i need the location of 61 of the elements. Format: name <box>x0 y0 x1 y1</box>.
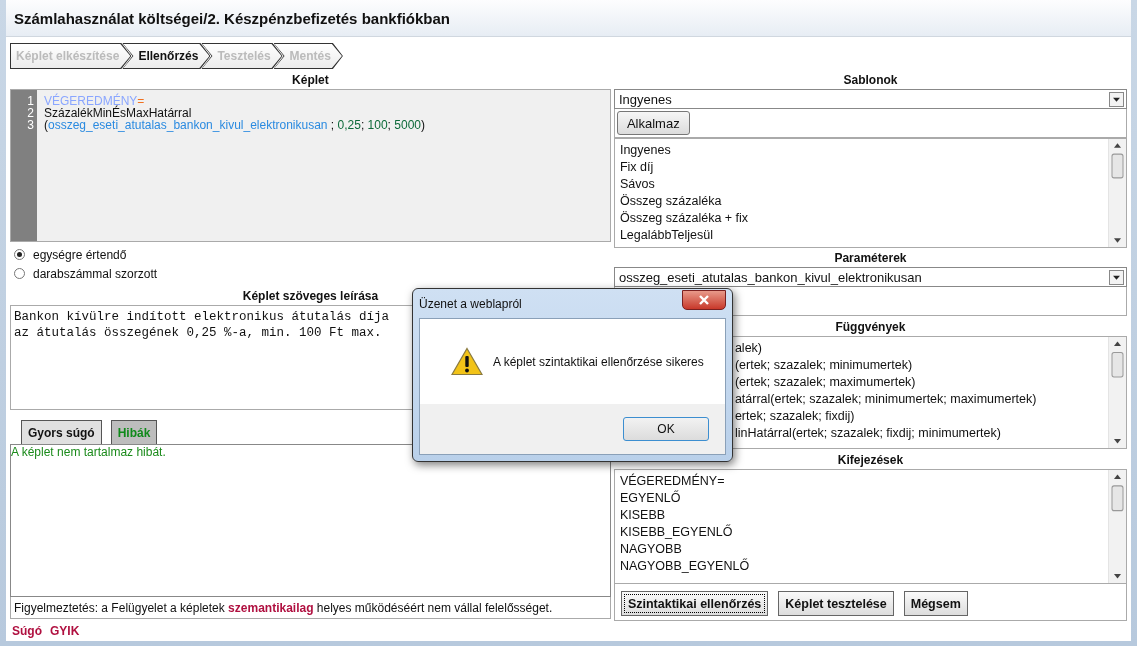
list-item[interactable]: ertek; szazalek; fixdij) <box>734 408 1108 425</box>
line-number: 3 <box>26 119 35 131</box>
list-item[interactable]: EGYENLŐ <box>619 490 1108 507</box>
radio-button[interactable] <box>14 268 25 279</box>
warning-icon <box>451 347 483 376</box>
radio-label: egységre értendő <box>33 247 127 262</box>
list-item[interactable]: Összeg százaléka <box>619 193 1108 210</box>
action-button[interactable]: Képlet tesztelése <box>778 591 894 616</box>
description-line: Bankon kívülre indított elektronikus átutalás díja <box>14 309 391 325</box>
formula-editor[interactable]: 1 2 3 VÉGEREDMÉNY= SzázalékMinÉsMaxHatárral (osszeg_eseti_atutalas_bankon_kivul_elektronikusan ; 0,25; 100; 5000) <box>10 89 611 242</box>
tab[interactable]: Gyors súgó <box>21 420 102 444</box>
window-title: Számlahasználat költségei/2. Készpénzbefizetés bankfiókban <box>14 9 450 27</box>
footer-link[interactable]: GYIK <box>50 624 80 638</box>
list-box[interactable]: Ingyenes Fix díj Sávos Összeg százaléka Összeg százaléka + fix LegalábbTeljesül <box>613 138 1127 248</box>
action-button[interactable]: Mégsem <box>903 591 968 616</box>
list-item[interactable]: (ertek; szazalek; maximumertek) <box>734 374 1108 391</box>
ok-button[interactable]: OK <box>623 417 709 441</box>
scrollbar[interactable] <box>1108 139 1126 247</box>
list-item[interactable]: NAGYOBB <box>619 541 1108 558</box>
list-item[interactable]: linHatárral(ertek; szazalek; fixdij; minimumertek) <box>734 425 1108 442</box>
section-heading: Képlet <box>292 72 329 89</box>
list-box[interactable]: VÉGEREDMÉNY= EGYENLŐ KISEBB KISEBB_EGYENLŐ NAGYOBB NAGYOBB_EGYENLŐ <box>613 469 1127 584</box>
list-item[interactable]: VÉGEREDMÉNY= <box>619 473 1108 490</box>
radio-label: darabszámmal szorzott <box>33 266 158 281</box>
code-line: SzázalékMinÉsMaxHatárral <box>44 107 193 119</box>
step-tab[interactable]: Ellenőrzés <box>122 43 211 69</box>
scrollbar[interactable] <box>1108 337 1126 448</box>
footer-link[interactable]: Súgó <box>12 624 42 638</box>
close-button[interactable] <box>682 289 726 310</box>
template-select[interactable]: Ingyenes <box>613 89 1127 109</box>
list-item[interactable]: NAGYOBB_EGYENLŐ <box>619 558 1108 575</box>
line-number: 1 <box>26 95 35 107</box>
list-item[interactable]: Fix díj <box>619 159 1108 176</box>
list-item[interactable]: LegalábbTeljesül <box>619 227 1108 244</box>
code-line: VÉGEREDMÉNY= <box>44 95 145 107</box>
warning-text: Figyelmeztetés: a Felügyelet a képletek szemantikailag helyes működéséért nem vállal felelősséget. <box>14 600 553 615</box>
section-heading: Képlet szöveges leírása <box>242 288 379 305</box>
section-heading: Sablonok <box>843 72 898 89</box>
radio-button[interactable] <box>14 249 25 260</box>
list-item[interactable]: Sávos <box>619 176 1108 193</box>
section-heading: Függvények <box>835 319 906 336</box>
close-icon <box>698 294 710 305</box>
errors-message: A képlet nem tartalmaz hibát. <box>11 445 167 459</box>
list-item[interactable]: Ingyenes <box>619 142 1108 159</box>
list-item[interactable]: atárral(ertek; szazalek; minimumertek; maximumertek) <box>734 391 1108 408</box>
select-value: Ingyenes <box>618 91 672 107</box>
code-line: (osszeg_eseti_atutalas_bankon_kivul_elektronikusan ; 0,25; 100; 5000) <box>44 119 425 131</box>
list-item[interactable]: Összeg százaléka + fix <box>619 210 1108 227</box>
section-heading: Kifejezések <box>837 452 904 469</box>
list-item[interactable]: alek) <box>734 340 1108 357</box>
scrollbar[interactable] <box>1108 470 1126 583</box>
section-heading: Paraméterek <box>834 250 907 267</box>
action-button[interactable]: Szintaktikai ellenőrzés <box>620 591 769 616</box>
list-item[interactable]: KISEBB_EGYENLŐ <box>619 524 1108 541</box>
apply-button[interactable]: Alkalmaz <box>616 111 690 135</box>
description-line: az átutalás összegének 0,25 %-a, min. 100 Ft max. <box>14 325 383 341</box>
parameter-select[interactable]: osszeg_eseti_atutalas_bankon_kivul_elektronikusan <box>613 267 1127 287</box>
line-number: 2 <box>26 107 35 119</box>
list-item[interactable]: (ertek; szazalek; minimumertek) <box>734 357 1108 374</box>
list-item[interactable]: KISEBB <box>619 507 1108 524</box>
select-value: osszeg_eseti_atutalas_bankon_kivul_elektronikusan <box>618 269 922 285</box>
